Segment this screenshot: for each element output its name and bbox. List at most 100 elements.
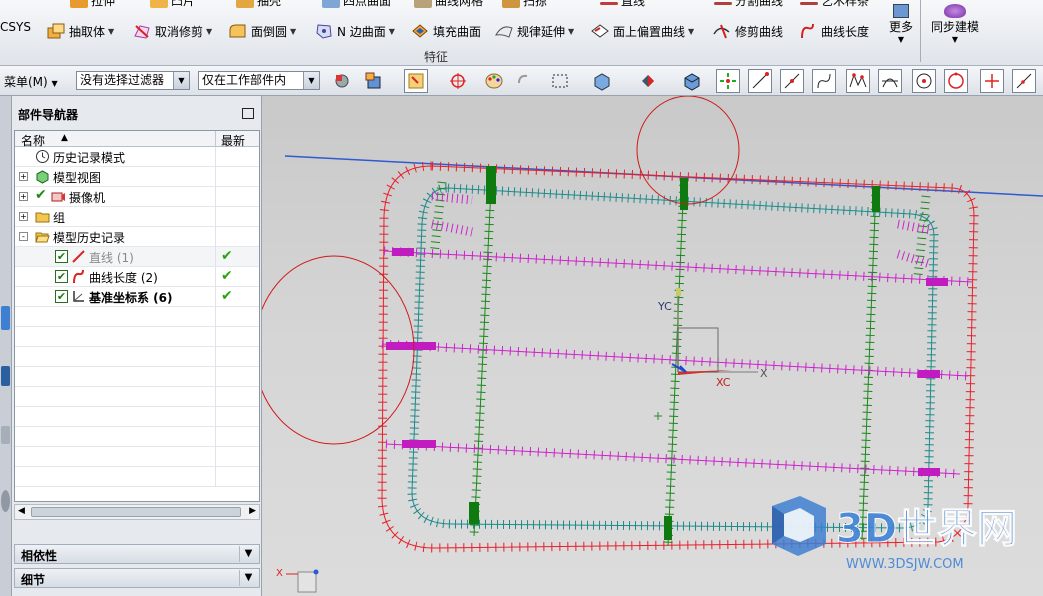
untrim-button[interactable]: 取消修剪 ▼ (132, 22, 212, 40)
extract-body-label: 抽取体 (69, 24, 106, 39)
synchronous-modeling-button[interactable]: 同步建模 ▼ (926, 4, 984, 44)
curve-length-label: 曲线长度 (821, 24, 870, 39)
ribbon-top-item[interactable]: 曲线网格 (414, 0, 483, 9)
ribbon-top-item[interactable]: 直线 (600, 0, 645, 9)
snap-quadrant-button[interactable] (944, 69, 968, 93)
dropdown-arrow-icon[interactable]: ▼ (303, 72, 319, 89)
more-button[interactable]: 更多 ▼ (886, 4, 916, 44)
curve-length-button[interactable]: 曲线长度 (798, 22, 869, 40)
expand-icon[interactable]: + (19, 172, 28, 181)
dropdown-arrow-icon[interactable]: ▼ (688, 27, 694, 36)
scroll-left-icon[interactable]: ◀ (18, 506, 25, 516)
expand-icon[interactable]: + (19, 212, 28, 221)
tree-row-datum-csys-feature[interactable]: ✔ 基准坐标系 (6) ✔ (15, 287, 259, 307)
rectangle-select-button[interactable] (548, 69, 572, 93)
select-bodies-button[interactable] (362, 69, 386, 93)
sort-ascending-icon[interactable]: ▲ (61, 133, 68, 143)
folder-open-icon (35, 232, 50, 243)
menu-button[interactable]: 菜单(M) ▼ (4, 73, 58, 90)
ribbon-top-item[interactable]: 扫掠 (502, 0, 547, 9)
select-intent-button[interactable] (446, 69, 470, 93)
tree-row-label: 模型视图 (53, 171, 102, 185)
shaded-view-button[interactable] (590, 69, 614, 93)
snap-curve-button[interactable] (812, 69, 836, 93)
resource-tab-icon[interactable] (1, 366, 10, 386)
dropdown-arrow-icon[interactable]: ▼ (290, 27, 296, 36)
dropdown-arrow-icon[interactable]: ▼ (568, 27, 574, 36)
resource-tab-icon[interactable] (1, 306, 10, 330)
maximize-icon[interactable] (242, 108, 254, 119)
ribbon-top-item[interactable]: 凸片 (150, 0, 195, 9)
view-orient-icon (642, 75, 654, 87)
feature-checkbox[interactable]: ✔ (55, 270, 68, 283)
scroll-right-icon[interactable]: ▶ (249, 506, 256, 516)
face-blend-button[interactable]: 面倒圆 ▼ (228, 22, 296, 40)
vertical-section-curves[interactable] (429, 166, 931, 547)
tree-row-history-mode[interactable]: 历史记录模式 (15, 147, 259, 167)
dropdown-arrow-icon[interactable]: ▼ (206, 27, 212, 36)
dropdown-arrow-icon[interactable]: ▼ (173, 72, 189, 89)
ribbon-top-item[interactable]: 拉伸 (70, 0, 115, 9)
chevron-down-icon[interactable]: ▼ (239, 546, 257, 562)
resource-tab-icon[interactable] (1, 490, 10, 512)
snap-control-point-button[interactable] (846, 69, 870, 93)
chevron-down-icon[interactable]: ▼ (239, 570, 257, 586)
curve-mesh-icon (414, 0, 432, 8)
synchronous-modeling-icon (944, 4, 966, 18)
snap-line-button[interactable] (748, 69, 772, 93)
type-filter-select[interactable]: 没有选择过滤器 ▼ (76, 71, 190, 90)
tree-row-groups[interactable]: + 组 (15, 207, 259, 227)
view-orient-button[interactable] (636, 69, 660, 93)
clock-icon (36, 150, 49, 163)
column-divider (215, 207, 216, 227)
general-selection-filter-button[interactable] (330, 69, 354, 93)
ribbon-label: 拉伸 (91, 0, 116, 8)
ribbon-top-item[interactable]: 抽壳 (236, 0, 281, 9)
snap-point-button[interactable] (404, 69, 428, 93)
column-divider (215, 307, 216, 327)
extrude-icon (70, 0, 88, 8)
resource-tab-icon[interactable] (1, 426, 10, 444)
feature-checkbox[interactable]: ✔ (55, 290, 68, 303)
tree-row-line-feature[interactable]: ✔ 直线 (1) ✔ (15, 247, 259, 267)
snap-arc-center-button[interactable] (912, 69, 936, 93)
collapse-icon[interactable]: - (19, 232, 28, 241)
selection-scope-select[interactable]: 仅在工作部件内 ▼ (198, 71, 320, 90)
scrollbar-thumb[interactable] (31, 507, 241, 517)
column-divider (215, 447, 216, 467)
n-sided-surface-button[interactable]: N 边曲面 ▼ (314, 22, 395, 40)
snap-intersection-button[interactable] (878, 69, 902, 93)
feature-checkbox[interactable]: ✔ (55, 250, 68, 263)
dropdown-arrow-icon: ▼ (951, 35, 959, 44)
column-divider[interactable] (215, 131, 216, 147)
tree-row-cameras[interactable]: + ✔ 摄像机 (15, 187, 259, 207)
tree-row-curve-length-feature[interactable]: ✔ 曲线长度 (2) ✔ (15, 267, 259, 287)
ribbon-top-item[interactable]: 艺术样条 (800, 0, 869, 9)
tree-row-model-history[interactable]: - 模型历史记录 (15, 227, 259, 247)
reset-filter-button[interactable] (512, 69, 536, 93)
trim-curve-button[interactable]: 修剪曲线 (712, 22, 783, 40)
ribbon-top-item[interactable]: 分割曲线 (714, 0, 783, 9)
csys-button[interactable]: CSYS (0, 18, 31, 36)
offset-curve-in-face-button[interactable]: 面上偏置曲线 ▼ (590, 22, 694, 40)
work-view-button[interactable] (680, 69, 704, 93)
fill-surface-button[interactable]: 填充曲面 (410, 22, 481, 40)
color-filter-button[interactable] (482, 69, 506, 93)
details-panel[interactable]: 细节 ▼ (14, 568, 260, 588)
ribbon-top-item[interactable]: 四点曲面 (322, 0, 391, 9)
ribbon-label: 艺术样条 (821, 0, 870, 8)
dependencies-panel[interactable]: 相依性 ▼ (14, 544, 260, 564)
line-icon (600, 1, 618, 5)
extract-body-button[interactable]: 抽取体 ▼ (46, 22, 114, 40)
dropdown-arrow-icon[interactable]: ▼ (389, 27, 395, 36)
snap-existing-point-button[interactable] (980, 69, 1004, 93)
snap-endpoint-button[interactable] (716, 69, 740, 93)
snap-midpoint-button[interactable] (780, 69, 804, 93)
horizontal-scrollbar[interactable]: ◀ ▶ (14, 504, 260, 520)
expand-icon[interactable]: + (19, 192, 28, 201)
snap-point-on-curve-button[interactable] (1012, 69, 1036, 93)
dropdown-arrow-icon[interactable]: ▼ (108, 27, 114, 36)
tree-row-model-views[interactable]: + 模型视图 (15, 167, 259, 187)
law-extension-button[interactable]: 规律延伸 ▼ (494, 22, 574, 40)
offset-curve-in-face-icon (591, 24, 609, 38)
